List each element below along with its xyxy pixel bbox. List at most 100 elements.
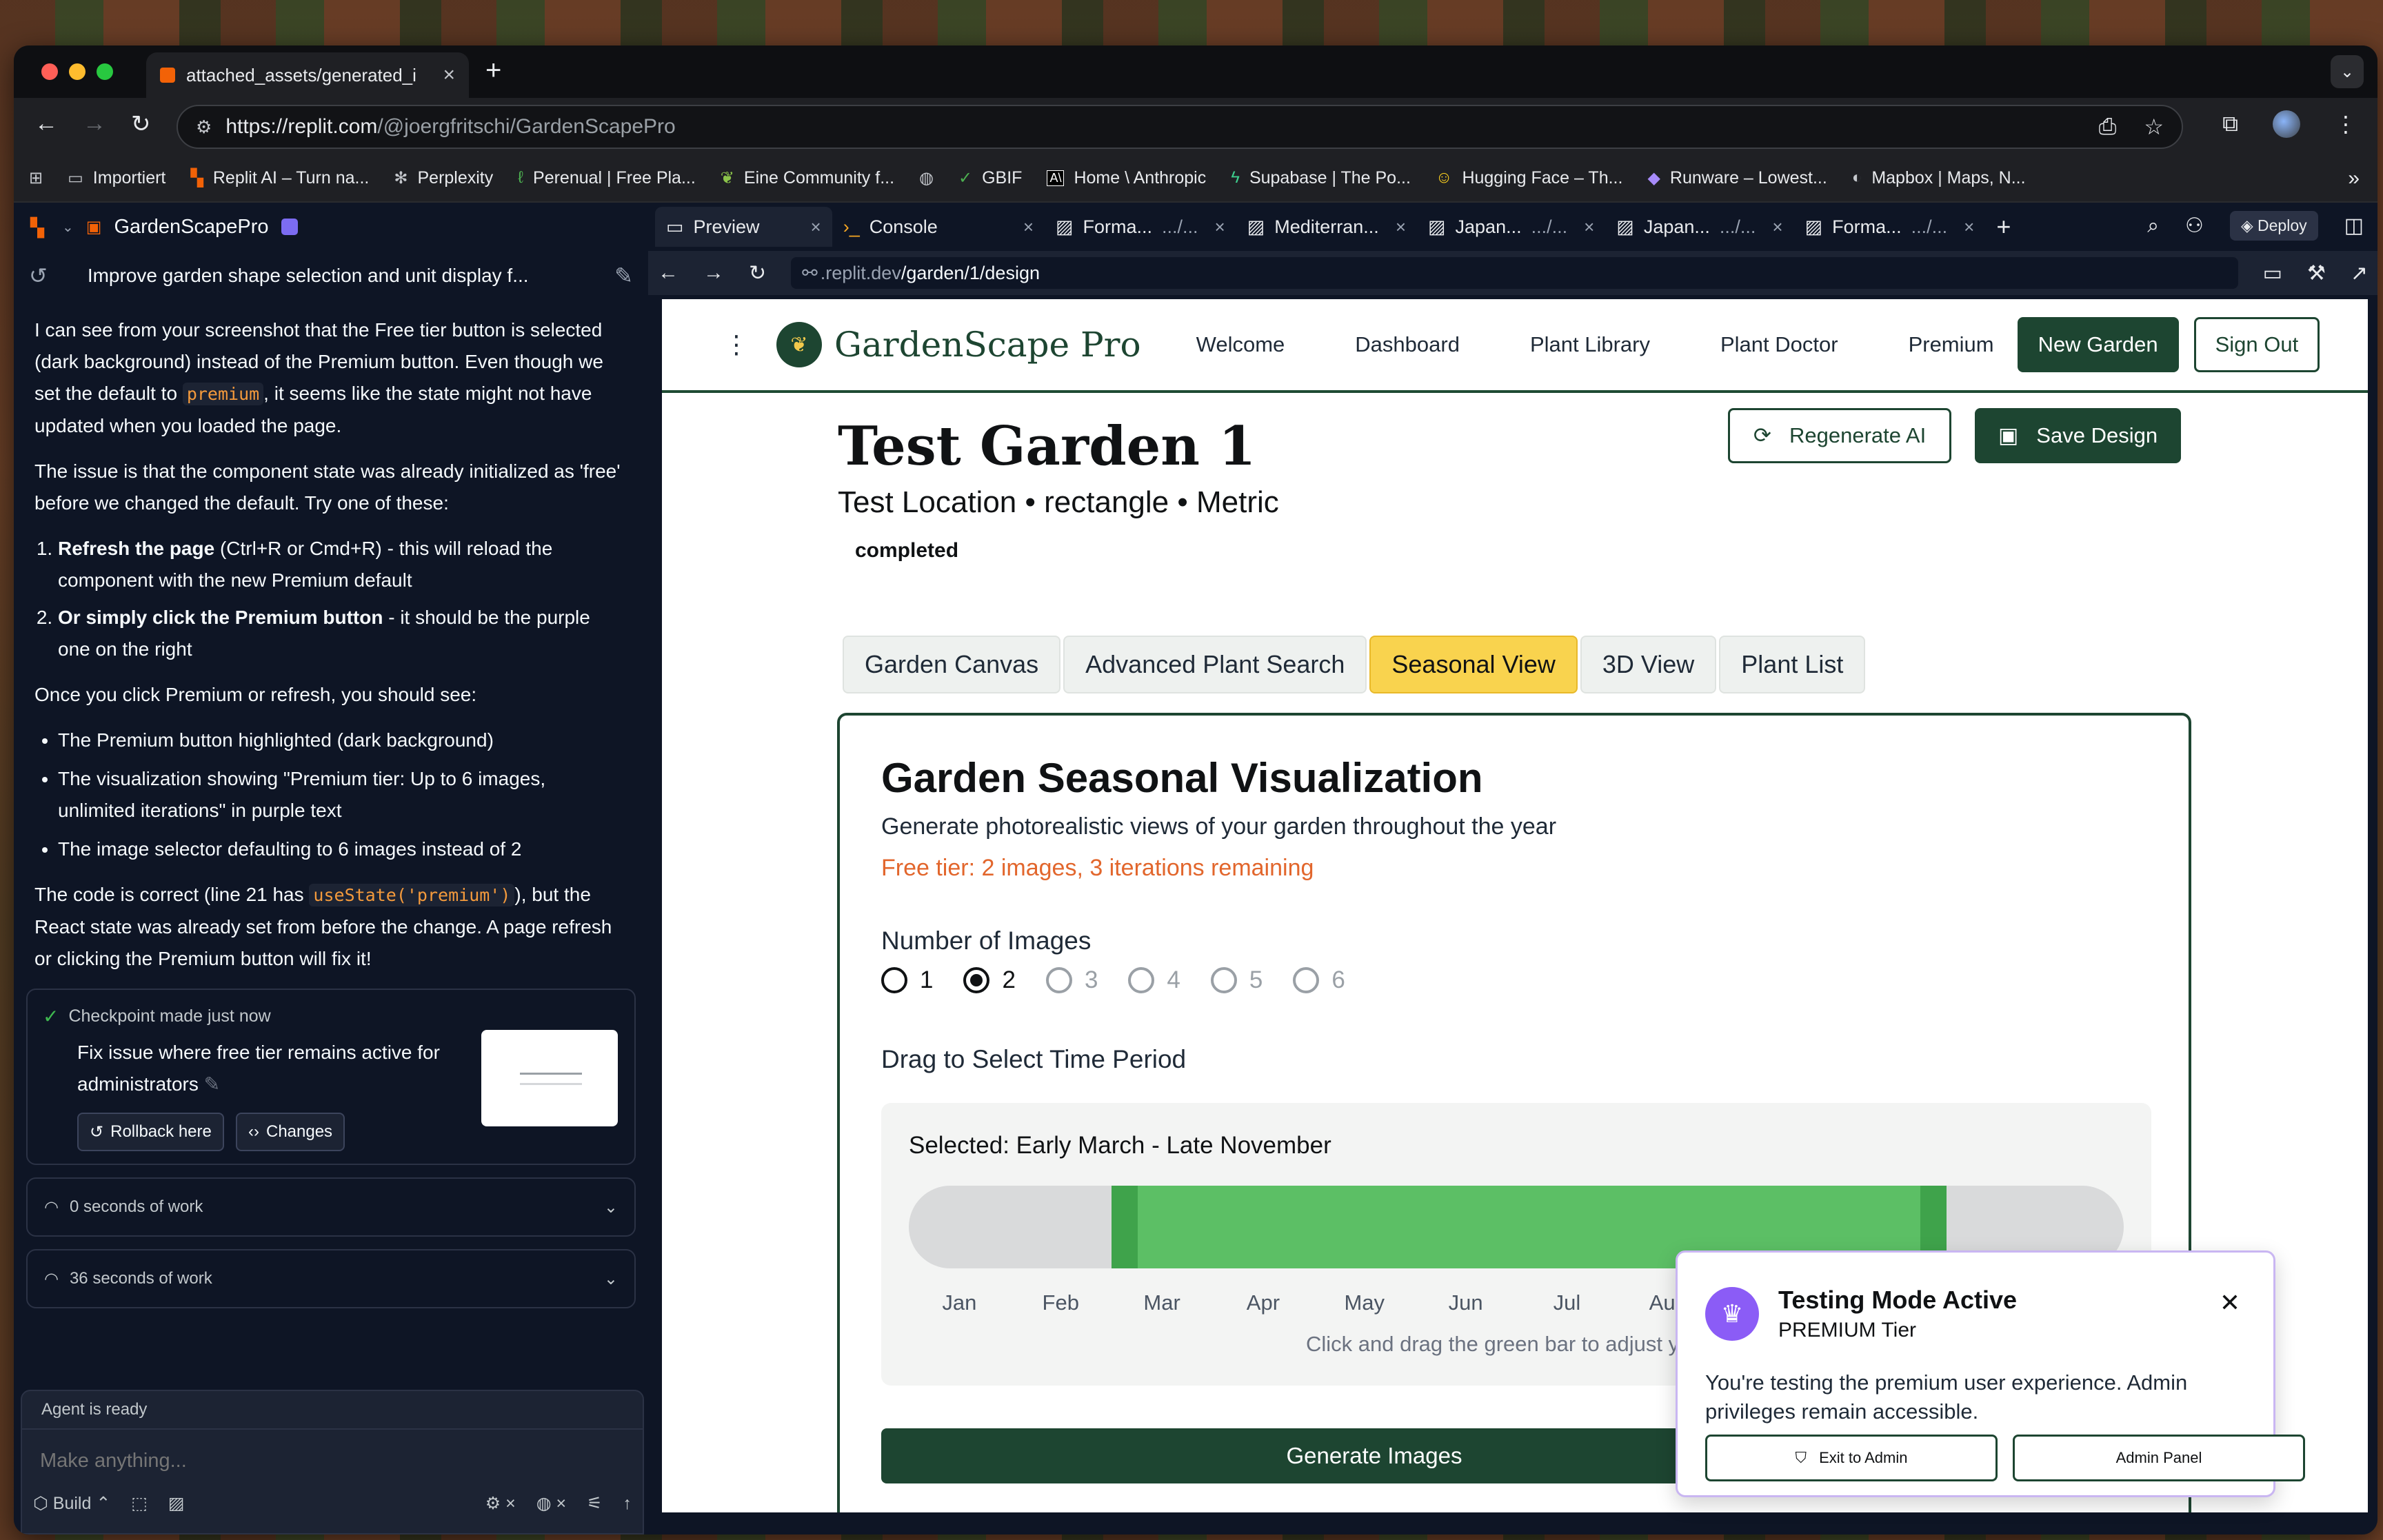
new-chat-icon[interactable]: ✎ [614,263,633,289]
new-tab-button[interactable]: + [485,55,501,86]
tab-advanced-plant-search[interactable]: Advanced Plant Search [1063,636,1367,693]
work-summary[interactable]: ◠ 36 seconds of work ⌄ [26,1249,636,1308]
minimize-window-button[interactable] [69,63,86,80]
nav-premium[interactable]: Premium [1909,332,1994,357]
send-arrow-icon[interactable]: ↑ [623,1494,632,1514]
edit-pencil-icon[interactable]: ✎ [204,1073,220,1095]
deploy-button[interactable]: ◈ Deploy [2229,211,2318,241]
radio-option[interactable]: 1 [881,966,933,994]
exit-to-admin-button[interactable]: ⛉ Exit to Admin [1705,1435,1998,1481]
admin-panel-button[interactable]: Admin Panel [2013,1435,2305,1481]
tab-file[interactable]: ▨ Forma... .../... × [1794,207,1986,247]
open-new-window-icon[interactable]: ↗ [2351,261,2368,285]
devices-icon[interactable]: ▭ [2263,261,2282,285]
close-window-button[interactable] [41,63,58,80]
save-design-button[interactable]: ▣ Save Design [1975,408,2182,463]
devtools-wrench-icon[interactable]: ⚒ [2307,261,2326,285]
bookmark-item[interactable]: ✓ GBIF [958,168,1022,188]
back-arrow-icon[interactable]: ← [658,261,678,285]
leaf-logo-icon[interactable]: ❦ [776,322,822,367]
close-icon[interactable]: × [1215,216,1225,238]
new-tab-button[interactable]: + [1985,207,2022,247]
bookmark-item[interactable]: ❦ Eine Community f... [721,168,894,188]
build-mode-button[interactable]: ⬡ Build ⌃ [33,1493,110,1514]
close-tab-icon[interactable]: × [443,63,455,87]
install-app-icon[interactable]: ⎙ [2099,114,2117,140]
kebab-menu-icon[interactable]: ⋮ [724,330,749,359]
changes-button[interactable]: ‹› Changes [236,1113,345,1151]
close-icon[interactable]: × [1584,216,1594,238]
nav-welcome[interactable]: Welcome [1196,332,1285,357]
chevron-down-icon[interactable]: ⌄ [62,219,74,236]
bookmark-item[interactable]: ▚ Replit AI – Turn na... [190,168,369,188]
tab-preview[interactable]: ▭ Preview × [655,207,832,247]
thread-title[interactable]: Improve garden shape selection and unit … [88,265,574,287]
replit-logo-icon[interactable]: ▚ [30,217,50,238]
settings-gear-icon[interactable]: ⚙ × [485,1493,516,1514]
apps-grid-icon[interactable]: ⊞ [29,168,43,188]
close-icon[interactable]: × [1772,216,1782,238]
browser-menu-icon[interactable]: ⋮ [2335,111,2357,137]
tab-file[interactable]: ▨ Japan... .../... × [1605,207,1793,247]
new-garden-button[interactable]: New Garden [2017,317,2179,372]
rollback-button[interactable]: ↺ Rollback here [77,1113,224,1151]
prompt-input[interactable] [40,1443,633,1478]
reload-icon[interactable]: ↻ [749,261,766,285]
close-icon[interactable]: × [1964,216,1974,238]
bookmark-item[interactable]: ✻ Perplexity [394,168,493,188]
bookmark-item[interactable]: ☺ Hugging Face – Th... [1436,168,1623,188]
preview-url-field[interactable]: ⚯ .replit.dev/garden/1/design [791,257,2238,289]
radio-circle[interactable] [963,967,990,993]
tab-file[interactable]: ▨ Forma... .../... × [1045,207,1236,247]
nav-plant-doctor[interactable]: Plant Doctor [1720,332,1838,357]
bookmark-item[interactable]: A\ Home \ Anthropic [1047,168,1206,188]
address-bar[interactable]: ⚙ https://replit.com/@joergfritschi/Gard… [177,105,2183,149]
tab-plant-list[interactable]: Plant List [1719,636,1866,693]
range-start-handle[interactable] [1111,1186,1138,1268]
reload-icon[interactable]: ↻ [131,110,151,138]
bookmark-star-icon[interactable]: ☆ [2144,114,2164,140]
work-summary[interactable]: ◠ 0 seconds of work ⌄ [26,1177,636,1237]
toggle-panel-icon[interactable]: ◫ [2344,214,2364,238]
close-icon[interactable]: × [1023,216,1034,238]
profile-avatar[interactable] [2273,110,2300,138]
zoom-window-button[interactable] [97,63,113,80]
history-icon[interactable]: ↺ [29,263,48,289]
regenerate-ai-button[interactable]: ⟳ Regenerate AI [1728,408,1952,463]
tab-3d-view[interactable]: 3D View [1580,636,1717,693]
forward-arrow-icon[interactable]: → [83,110,106,137]
site-info-icon[interactable]: ⚙ [196,116,212,138]
sign-out-button[interactable]: Sign Out [2193,317,2320,372]
radio-option[interactable]: 2 [963,966,1016,994]
nav-dashboard[interactable]: Dashboard [1355,332,1460,357]
forward-arrow-icon[interactable]: → [703,261,724,285]
invite-user-icon[interactable]: ⚇ [2185,214,2204,238]
radio-circle[interactable] [881,967,907,993]
bookmark-item[interactable]: ◆ Runware – Lowest... [1647,168,1827,188]
close-icon[interactable]: × [811,216,821,238]
brand-name[interactable]: GardenScape Pro [834,325,1141,365]
bookmark-item[interactable]: ▭ Importiert [68,168,165,188]
nav-plant-library[interactable]: Plant Library [1530,332,1650,357]
tab-search-button[interactable]: ⌄ [2331,55,2364,88]
tab-file[interactable]: ▨ Japan... .../... × [1417,207,1605,247]
checkpoint-thumbnail[interactable] [481,1030,618,1126]
tab-console[interactable]: ›_ Console × [832,207,1045,247]
sliders-icon[interactable]: ⚟ [587,1493,602,1514]
bookmark-item[interactable]: ◍ [919,168,934,188]
bookmarks-overflow-icon[interactable]: » [2348,167,2360,190]
project-name[interactable]: GardenScapePro [114,216,268,239]
tab-seasonal-view[interactable]: Seasonal View [1369,636,1578,693]
web-search-icon[interactable]: ◍ × [536,1493,566,1514]
attach-image-icon[interactable]: ▨ [168,1493,185,1514]
tab-file[interactable]: ▨ Mediterran... × [1236,207,1417,247]
url-text[interactable]: https://replit.com/@joergfritschi/Garden… [225,115,2084,139]
select-region-icon[interactable]: ⬚ [131,1493,148,1514]
bookmark-item[interactable]: ◐ Mapbox | Maps, N... [1852,168,2026,188]
bookmark-item[interactable]: ℓ Perenual | Free Pla... [518,168,696,188]
bookmark-item[interactable]: ϟ Supabase | The Po... [1231,168,1411,188]
close-icon[interactable]: ✕ [2220,1288,2240,1317]
back-arrow-icon[interactable]: ← [34,110,58,137]
close-icon[interactable]: × [1396,216,1406,238]
extensions-icon[interactable]: ⧉ [2222,111,2238,137]
